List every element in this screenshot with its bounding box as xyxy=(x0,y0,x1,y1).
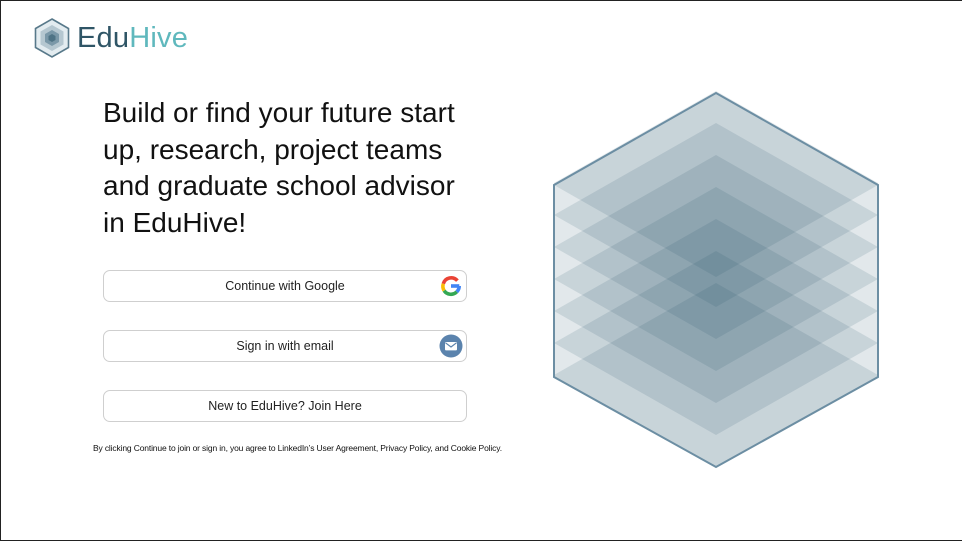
brand-name: EduHive xyxy=(77,18,188,58)
brand-name-edu: Edu xyxy=(77,22,130,54)
email-button-label: Sign in with email xyxy=(236,339,334,353)
continue-with-google-button[interactable]: Continue with Google xyxy=(103,270,467,302)
join-here-button[interactable]: New to EduHive? Join Here xyxy=(103,390,467,422)
google-icon xyxy=(441,276,462,297)
sign-in-with-email-button[interactable]: Sign in with email xyxy=(103,330,467,362)
join-button-label: New to EduHive? Join Here xyxy=(208,399,362,413)
hexagon-layers-illustration xyxy=(553,91,879,469)
hexagon-logo-icon xyxy=(34,18,70,58)
google-button-label: Continue with Google xyxy=(225,279,345,293)
hero-headline: Build or find your future start up, rese… xyxy=(103,97,455,238)
legal-disclaimer: By clicking Continue to join or sign in,… xyxy=(93,443,502,453)
brand-name-hive: Hive xyxy=(129,22,189,54)
brand-logo[interactable]: EduHive xyxy=(34,18,188,58)
envelope-icon xyxy=(439,334,463,358)
